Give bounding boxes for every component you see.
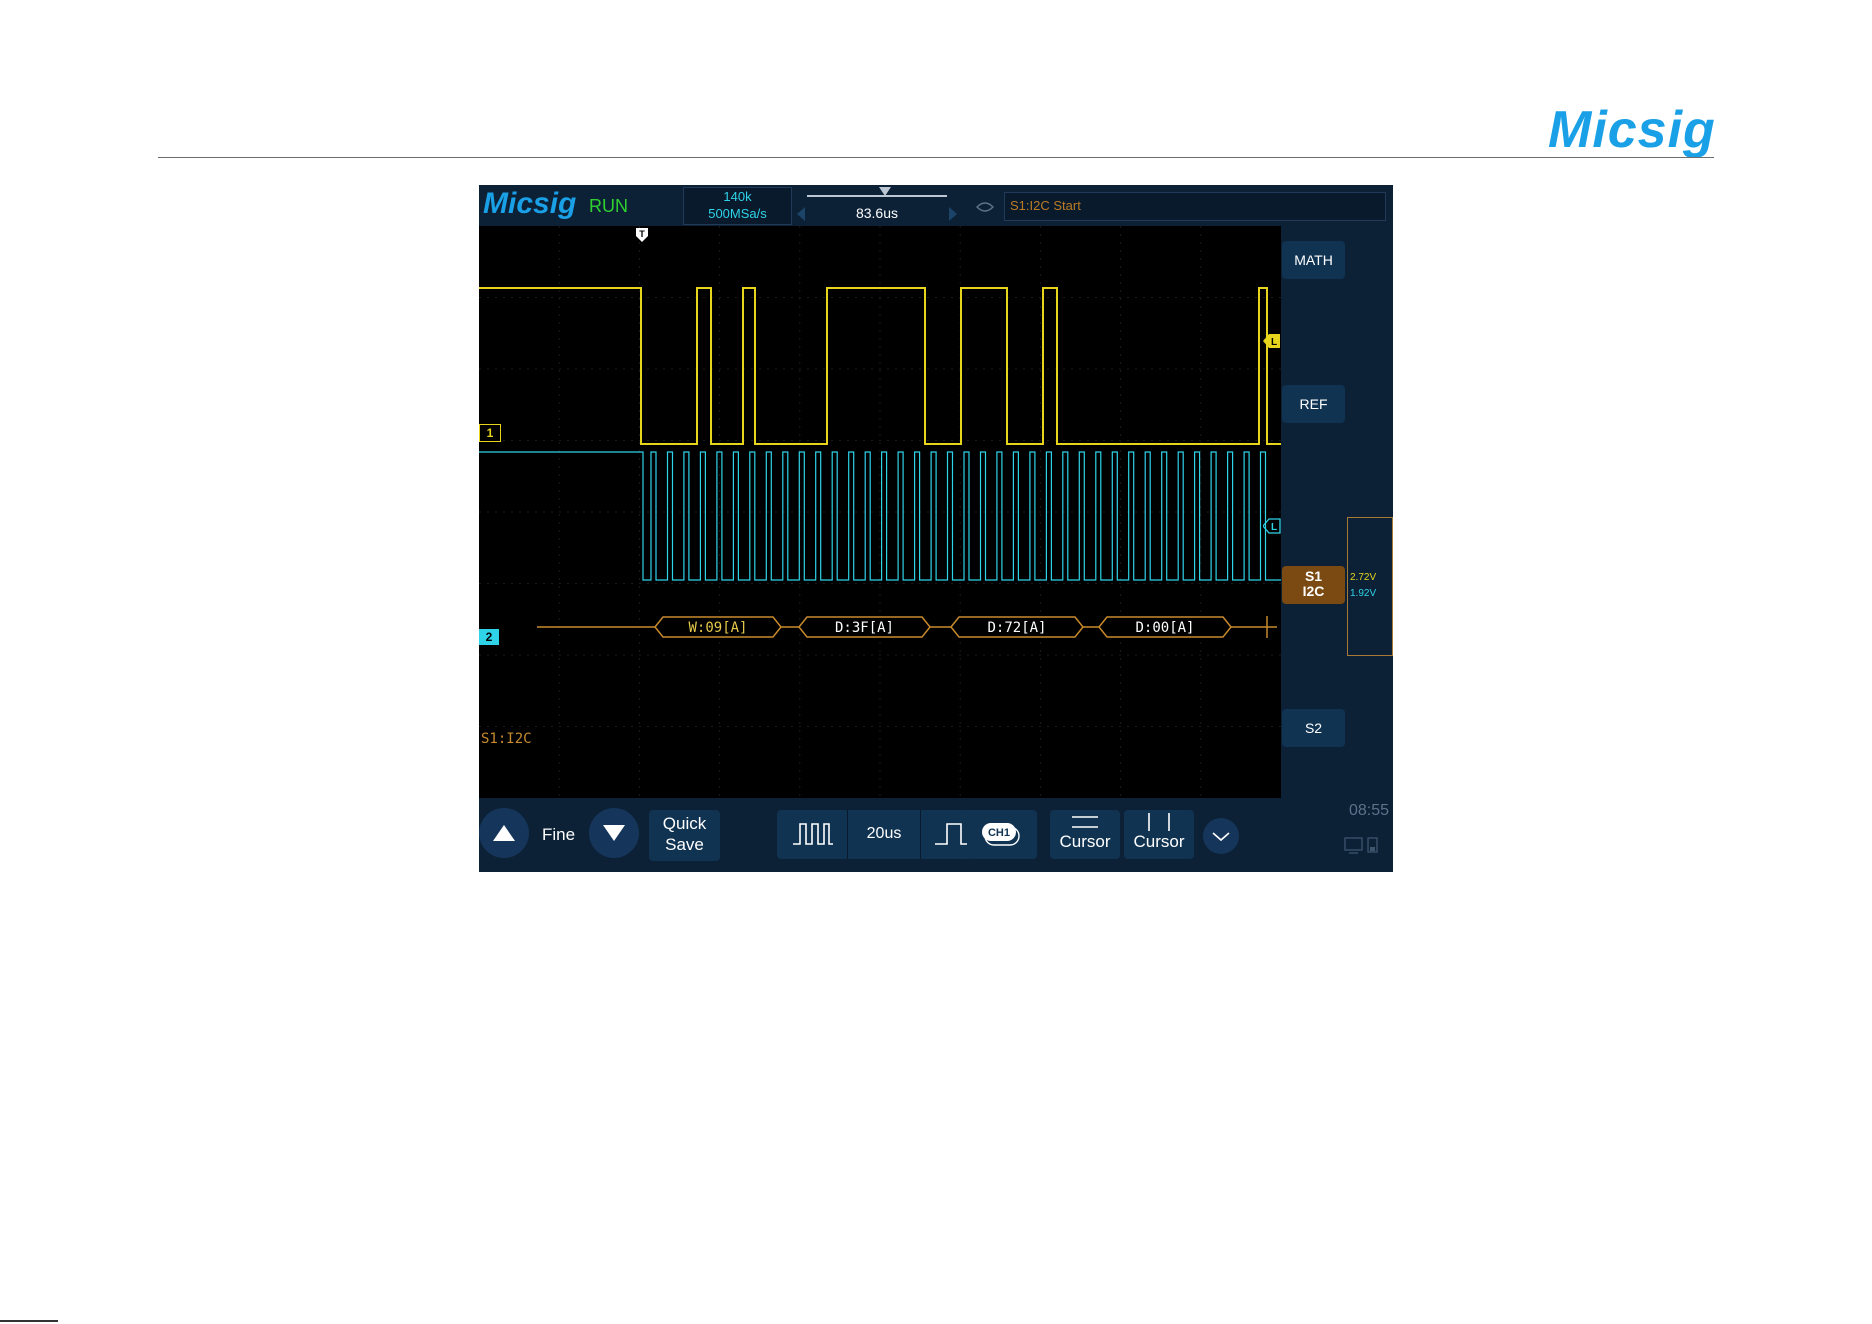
quick-save-line1: Quick — [662, 814, 707, 833]
ch1-waveform — [479, 287, 1281, 445]
vertical-cursor-button[interactable]: Cursor — [1124, 810, 1194, 859]
quick-save-button[interactable]: Quick Save — [649, 810, 720, 861]
i2c-decode-bus: W:09[A] D:3F[A] D:72[A] D:00[A] — [537, 616, 1277, 638]
header-divider — [158, 157, 1714, 158]
ch2-marker[interactable]: 2 — [479, 629, 499, 645]
graticule-grid — [479, 226, 1281, 798]
bottom-toolbar: Fine Quick Save 20us CH1 Cursor Cursor 0… — [479, 798, 1393, 872]
trigger-position-icon[interactable]: T — [635, 227, 649, 243]
channel-stack-icon: CH1 — [982, 823, 1020, 846]
decode-packet-label: D:3F[A] — [835, 620, 894, 636]
time-offset-value: 83.6us — [855, 205, 899, 221]
ref-button[interactable]: REF — [1282, 385, 1345, 423]
run-state-button[interactable]: RUN — [589, 196, 628, 217]
ch2-level-icon[interactable]: L — [1263, 518, 1281, 534]
memory-depth: 140k — [723, 189, 752, 204]
horizontal-cursor-icon — [1072, 816, 1098, 828]
footer-mark — [0, 1320, 58, 1322]
ch2-level-text: L — [1271, 522, 1277, 533]
waveform-canvas: W:09[A] D:3F[A] D:72[A] D:00[A] — [479, 226, 1281, 798]
ch1-level-text: L — [1271, 337, 1277, 348]
oscilloscope-screen: Micsig RUN 140k 500MSa/s 83.6us S1:I2C S… — [479, 185, 1393, 872]
eye-icon[interactable] — [976, 201, 994, 213]
trigger-info-box[interactable]: S1:I2C Start — [1004, 192, 1386, 221]
clock: 08:55 — [1349, 802, 1390, 819]
horizontal-cursor-button[interactable]: Cursor — [1050, 810, 1120, 859]
ch2-threshold: 1.92V — [1350, 588, 1377, 599]
horizontal-cursor-label: Cursor — [1059, 832, 1111, 851]
s2-button[interactable]: S2 — [1282, 709, 1345, 747]
fine-label[interactable]: Fine — [542, 825, 575, 845]
timebase-control: 20us — [777, 810, 988, 859]
scope-logo: Micsig — [483, 187, 577, 220]
chevron-down-icon — [1212, 832, 1230, 842]
sample-rate: 500MSa/s — [708, 206, 767, 221]
s1-i2c-button[interactable]: S1 I2C — [1282, 566, 1345, 604]
decode-label: S1:I2C — [481, 731, 532, 747]
display-battery-icon — [1344, 837, 1378, 854]
timeline-left-arrow-icon[interactable] — [797, 207, 805, 221]
s1-label: S1 — [1304, 568, 1323, 584]
timeline-right-arrow-icon[interactable] — [949, 207, 957, 221]
ch1-threshold: 2.72V — [1350, 572, 1377, 583]
trigger-info: S1:I2C Start — [1010, 198, 1081, 213]
channel-badge: CH1 — [988, 827, 1010, 839]
arrow-up-icon — [493, 825, 515, 841]
vertical-cursor-icon — [1148, 813, 1170, 831]
decode-packet-label: D:72[A] — [987, 620, 1046, 636]
fine-up-button[interactable] — [479, 808, 529, 858]
ch1-level-icon[interactable]: L — [1263, 333, 1281, 349]
timeline-bar — [807, 195, 947, 197]
timeline-trigger-icon — [879, 187, 891, 196]
arrow-down-icon — [603, 825, 625, 841]
vertical-cursor-label: Cursor — [1133, 832, 1185, 851]
more-menu-button[interactable] — [1203, 818, 1239, 854]
decode-packet-label: D:00[A] — [1135, 620, 1194, 636]
threshold-panel[interactable]: 2.72V 1.92V — [1347, 517, 1393, 656]
time-offset-control[interactable]: 83.6us — [797, 187, 957, 223]
waveform-area[interactable]: W:09[A] D:3F[A] D:72[A] D:00[A] T 1 2 L L S… — [479, 226, 1281, 798]
quick-save-line2: Save — [665, 835, 704, 854]
decode-packet-label: W:09[A] — [688, 620, 747, 636]
timebase-faster-button[interactable] — [777, 810, 847, 859]
channel-select-button[interactable]: CH1 — [967, 810, 1037, 859]
acquisition-info[interactable]: 140k 500MSa/s — [683, 187, 792, 225]
ch1-marker[interactable]: 1 — [479, 424, 501, 442]
fine-down-button[interactable] — [589, 808, 639, 858]
narrow-pulse-icon — [793, 823, 833, 845]
brand-logo: Micsig — [1548, 101, 1716, 159]
timebase-value[interactable]: 20us — [848, 825, 920, 843]
i2c-label: I2C — [1302, 583, 1325, 599]
math-button[interactable]: MATH — [1282, 241, 1345, 279]
trigger-marker-text: T — [639, 229, 645, 239]
